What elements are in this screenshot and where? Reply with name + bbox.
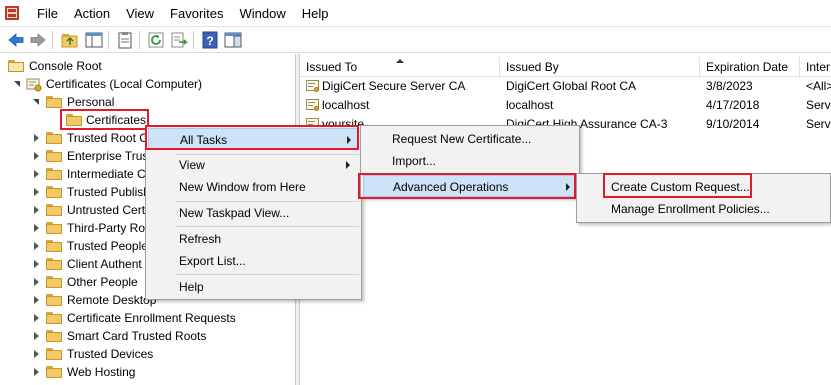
- svg-text:?: ?: [206, 34, 213, 48]
- folder-icon: [46, 276, 62, 288]
- folder-icon: [8, 60, 24, 72]
- properties-icon[interactable]: [115, 30, 135, 50]
- back-arrow-icon[interactable]: [6, 30, 26, 50]
- mmc-app-icon[interactable]: [5, 4, 23, 22]
- collapsed-arrow-icon[interactable]: [34, 188, 39, 196]
- collapsed-arrow-icon[interactable]: [34, 350, 39, 358]
- certificate-icon: [306, 99, 320, 112]
- folder-icon: [46, 204, 62, 216]
- tree-item-enrollment-requests[interactable]: Certificate Enrollment Requests: [6, 309, 286, 327]
- folder-icon: [46, 186, 62, 198]
- table-row[interactable]: DigiCert Secure Server CA DigiCert Globa…: [300, 77, 831, 96]
- export-list-icon[interactable]: [169, 30, 189, 50]
- certificate-icon: [306, 80, 320, 93]
- folder-icon: [46, 312, 62, 324]
- collapsed-arrow-icon[interactable]: [34, 278, 39, 286]
- column-header-intended-purposes[interactable]: Inter: [800, 57, 831, 77]
- menu-window[interactable]: Window: [232, 0, 294, 27]
- collapsed-arrow-icon[interactable]: [34, 368, 39, 376]
- submenu-arrow-icon: [346, 161, 350, 169]
- menu-item-export-list[interactable]: Export List...: [148, 250, 359, 272]
- tree-item-console-root[interactable]: Console Root: [6, 57, 286, 75]
- menu-separator: [176, 274, 359, 275]
- menu-view[interactable]: View: [118, 0, 162, 27]
- all-tasks-highlight-box: [145, 125, 359, 150]
- folder-icon: [46, 150, 62, 162]
- help-icon[interactable]: ?: [200, 30, 220, 50]
- toolbar: ?: [0, 27, 831, 53]
- folder-icon: [46, 222, 62, 234]
- folder-icon: [46, 294, 62, 306]
- menu-help[interactable]: Help: [294, 0, 337, 27]
- advanced-operations-highlight-box: [358, 173, 576, 199]
- tree-item-smart-card-roots[interactable]: Smart Card Trusted Roots: [6, 327, 286, 345]
- column-header-expiration-date[interactable]: Expiration Date: [700, 57, 800, 77]
- menu-item-request-new-certificate[interactable]: Request New Certificate...: [363, 128, 577, 150]
- menu-file[interactable]: File: [29, 0, 66, 27]
- refresh-icon[interactable]: [146, 30, 166, 50]
- tree-item-certificates-local-computer[interactable]: Certificates (Local Computer): [6, 75, 286, 93]
- collapsed-arrow-icon[interactable]: [34, 134, 39, 142]
- menu-item-view[interactable]: View: [148, 154, 359, 176]
- menu-item-help[interactable]: Help: [148, 276, 359, 298]
- show-hide-tree-icon[interactable]: [84, 30, 104, 50]
- certificate-snapin-icon: [26, 78, 42, 92]
- folder-icon: [46, 240, 62, 252]
- tree-item-web-hosting[interactable]: Web Hosting: [6, 363, 286, 381]
- collapsed-arrow-icon[interactable]: [34, 206, 39, 214]
- menu-favorites[interactable]: Favorites: [162, 0, 231, 27]
- collapsed-arrow-icon[interactable]: [34, 242, 39, 250]
- create-custom-request-highlight-box: [603, 173, 752, 198]
- menu-bar: File Action View Favorites Window Help: [0, 0, 831, 27]
- menu-item-new-taskpad[interactable]: New Taskpad View...: [148, 202, 359, 224]
- folder-icon: [46, 258, 62, 270]
- context-menu-main: All Tasks View New Window from Here New …: [145, 125, 362, 300]
- menu-item-import[interactable]: Import...: [363, 150, 577, 172]
- collapsed-arrow-icon[interactable]: [34, 332, 39, 340]
- folder-icon: [46, 366, 62, 378]
- collapsed-arrow-icon[interactable]: [34, 170, 39, 178]
- certificates-highlight-box: [60, 109, 149, 130]
- folder-icon: [46, 168, 62, 180]
- forward-arrow-icon[interactable]: [28, 30, 48, 50]
- menu-separator: [176, 226, 359, 227]
- up-folder-icon[interactable]: [60, 30, 80, 50]
- column-header-issued-to[interactable]: Issued To: [300, 57, 500, 77]
- sort-ascending-icon: [396, 59, 404, 63]
- list-header: Issued To Issued By Expiration Date Inte…: [300, 57, 831, 77]
- menu-item-new-window[interactable]: New Window from Here: [148, 176, 359, 198]
- expanded-arrow-icon[interactable]: [33, 99, 39, 105]
- collapsed-arrow-icon[interactable]: [34, 296, 39, 304]
- collapsed-arrow-icon[interactable]: [34, 152, 39, 160]
- tree-item-trusted-devices[interactable]: Trusted Devices: [6, 345, 286, 363]
- show-action-pane-icon[interactable]: [223, 30, 243, 50]
- folder-icon: [46, 330, 62, 342]
- menu-item-refresh[interactable]: Refresh: [148, 228, 359, 250]
- expanded-arrow-icon[interactable]: [14, 81, 20, 87]
- collapsed-arrow-icon[interactable]: [34, 224, 39, 232]
- column-header-issued-by[interactable]: Issued By: [500, 57, 700, 77]
- collapsed-arrow-icon[interactable]: [34, 314, 39, 322]
- folder-icon: [46, 348, 62, 360]
- collapsed-arrow-icon[interactable]: [34, 260, 39, 268]
- menu-item-manage-enrollment-policies[interactable]: Manage Enrollment Policies...: [579, 198, 828, 220]
- folder-icon: [46, 96, 62, 108]
- folder-icon: [46, 132, 62, 144]
- table-row[interactable]: localhost localhost 4/17/2018 Serve: [300, 96, 831, 115]
- menu-action[interactable]: Action: [66, 0, 118, 27]
